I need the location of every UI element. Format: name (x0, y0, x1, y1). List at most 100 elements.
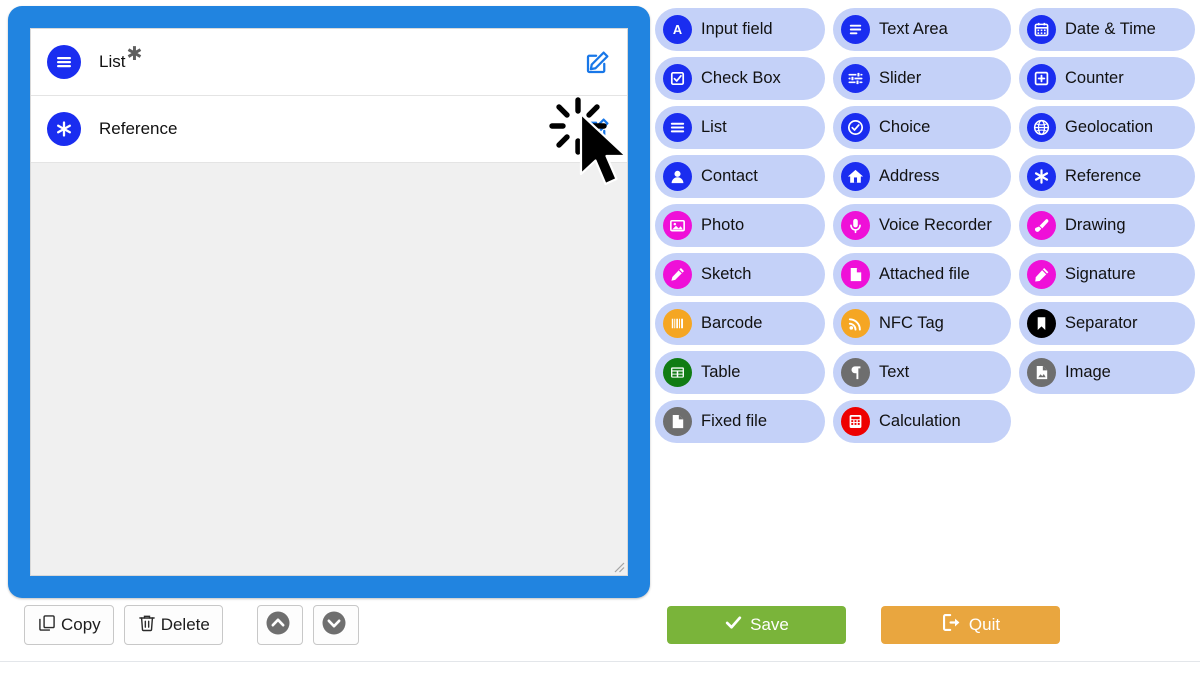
pencil-icon (663, 260, 692, 289)
chevron-down-icon (321, 610, 347, 641)
copy-icon (37, 613, 57, 638)
palette-button-check-box[interactable]: Check Box (655, 57, 825, 100)
palette-button-label: Sketch (701, 265, 752, 283)
palette-button-signature[interactable]: Signature (1019, 253, 1195, 296)
text-lines-icon (841, 15, 870, 44)
palette-button-label: Signature (1065, 265, 1136, 283)
palette-button-label: Reference (1065, 167, 1142, 185)
palette-button-sketch[interactable]: Sketch (655, 253, 825, 296)
quit-button-label: Quit (968, 615, 1001, 634)
paragraph-icon (841, 358, 870, 387)
palette-button-photo[interactable]: Photo (655, 204, 825, 247)
palette-button-label: Date & Time (1065, 20, 1156, 38)
list-icon (663, 113, 692, 142)
palette-button-counter[interactable]: Counter (1019, 57, 1195, 100)
form-field-label: Reference (99, 119, 178, 139)
house-icon (841, 162, 870, 191)
table-icon (663, 358, 692, 387)
sliders-icon (841, 64, 870, 93)
barcode-icon (663, 309, 692, 338)
required-marker: ✱ (126, 44, 143, 66)
palette-button-label: Photo (701, 216, 745, 234)
palette-button-nfc-tag[interactable]: NFC Tag (833, 302, 1011, 345)
form-field-row-reference[interactable]: Reference (31, 96, 627, 163)
svg-text:A: A (673, 22, 682, 37)
save-button[interactable]: Save (667, 606, 846, 644)
palette-button-label: List (701, 118, 727, 136)
check-icon (724, 613, 743, 637)
edit-icon[interactable] (583, 47, 613, 77)
palette-button-contact[interactable]: Contact (655, 155, 825, 198)
palette-button-label: Table (701, 363, 741, 381)
palette-button-label: Drawing (1065, 216, 1126, 234)
palette-button-label: Fixed file (701, 412, 768, 430)
palette-button-date-time[interactable]: Date & Time (1019, 8, 1195, 51)
palette-button-voice-recorder[interactable]: Voice Recorder (833, 204, 1011, 247)
exit-icon (941, 612, 962, 638)
palette-button-barcode[interactable]: Barcode (655, 302, 825, 345)
palette-button-label: Image (1065, 363, 1111, 381)
palette-button-fixed-file[interactable]: Fixed file (655, 400, 825, 443)
palette-button-label: Check Box (701, 69, 781, 87)
palette-button-label: Counter (1065, 69, 1124, 87)
palette-button-label: Calculation (879, 412, 961, 430)
palette-button-slider[interactable]: Slider (833, 57, 1011, 100)
palette-button-separator[interactable]: Separator (1019, 302, 1195, 345)
person-icon (663, 162, 692, 191)
quit-button[interactable]: Quit (881, 606, 1060, 644)
plus-square-icon (1027, 64, 1056, 93)
palette-button-drawing[interactable]: Drawing (1019, 204, 1195, 247)
palette-button-text-area[interactable]: Text Area (833, 8, 1011, 51)
palette-button-label: Barcode (701, 314, 763, 332)
form-field-row-list[interactable]: List✱ (31, 29, 627, 96)
palette-button-attached-file[interactable]: Attached file (833, 253, 1011, 296)
palette-button-geolocation[interactable]: Geolocation (1019, 106, 1195, 149)
palette-button-text[interactable]: Text (833, 351, 1011, 394)
palette-button-table[interactable]: Table (655, 351, 825, 394)
delete-button-label: Delete (160, 615, 210, 634)
palette-button-choice[interactable]: Choice (833, 106, 1011, 149)
form-field-name: Reference (99, 119, 178, 138)
palette-button-label: NFC Tag (879, 314, 944, 332)
palette-button-label: Address (879, 167, 940, 185)
document-icon (663, 407, 692, 436)
form-field-label: List✱ (99, 45, 142, 72)
palette-button-list[interactable]: List (655, 106, 825, 149)
palette-button-label: Choice (879, 118, 931, 136)
delete-button[interactable]: Delete (123, 605, 223, 645)
copy-button[interactable]: Copy (24, 605, 114, 645)
palette-button-label: Geolocation (1065, 118, 1154, 136)
resize-handle[interactable] (611, 559, 625, 573)
file-icon (841, 260, 870, 289)
image-file-icon (1027, 358, 1056, 387)
palette-button-label: Input field (701, 20, 773, 38)
palette-button-calculation[interactable]: Calculation (833, 400, 1011, 443)
palette-button-address[interactable]: Address (833, 155, 1011, 198)
asterisk-icon (47, 112, 81, 146)
save-button-label: Save (750, 615, 789, 634)
photo-icon (663, 211, 692, 240)
palette-button-image[interactable]: Image (1019, 351, 1195, 394)
bookmark-icon (1027, 309, 1056, 338)
check-circle-icon (841, 113, 870, 142)
palette-button-label: Attached file (879, 265, 970, 283)
list-icon (47, 45, 81, 79)
palette-button-label: Separator (1065, 314, 1138, 332)
palette-button-reference[interactable]: Reference (1019, 155, 1195, 198)
app-root: List✱ Reference Copy Delete A Input fiel… (0, 0, 1200, 673)
chevron-up-icon (265, 610, 291, 641)
microphone-icon (841, 211, 870, 240)
form-field-list[interactable]: List✱ Reference (30, 28, 628, 576)
move-up-button[interactable] (256, 605, 303, 645)
copy-button-label: Copy (61, 615, 101, 634)
form-edit-toolbar: Copy Delete (24, 605, 359, 645)
form-field-name: List (99, 52, 126, 71)
move-down-button[interactable] (312, 605, 359, 645)
asterisk-icon (1027, 162, 1056, 191)
palette-button-label: Contact (701, 167, 758, 185)
palette-button-label: Text (879, 363, 910, 381)
trash-icon (137, 613, 157, 638)
palette-button-label: Slider (879, 69, 922, 87)
palette-button-input-field[interactable]: A Input field (655, 8, 825, 51)
edit-icon[interactable] (583, 114, 613, 144)
